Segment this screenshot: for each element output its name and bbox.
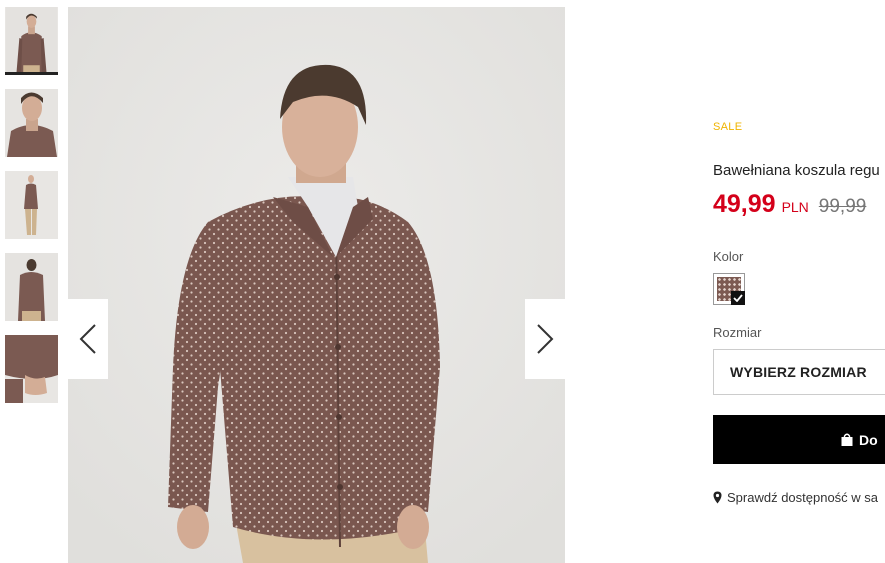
thumbnail-5[interactable] xyxy=(5,335,58,403)
product-main-image xyxy=(68,7,565,563)
chevron-left-icon xyxy=(79,324,96,354)
color-label: Kolor xyxy=(713,249,744,264)
thumbnail-image xyxy=(5,253,58,321)
price-row: 49,99 PLN 99,99 xyxy=(713,190,866,219)
thumbnail-3[interactable] xyxy=(5,171,58,239)
previous-image-button[interactable] xyxy=(68,299,108,379)
thumbnail-image xyxy=(5,89,58,157)
thumbnail-4[interactable] xyxy=(5,253,58,321)
sale-badge: SALE xyxy=(713,121,743,133)
store-availability-label: Sprawdź dostępność w sa xyxy=(727,490,879,505)
current-price: 49,99 xyxy=(713,190,776,218)
product-photo xyxy=(68,7,565,563)
add-to-cart-button[interactable]: Do xyxy=(713,415,885,464)
thumbnail-image xyxy=(5,7,58,73)
thumbnail-list xyxy=(5,7,58,417)
size-select[interactable]: WYBIERZ ROZMIAR xyxy=(713,349,885,395)
old-price: 99,99 xyxy=(818,196,867,217)
size-label: Rozmiar xyxy=(713,325,762,340)
thumbnail-2[interactable] xyxy=(5,89,58,157)
price-currency: PLN xyxy=(781,199,809,215)
size-select-placeholder: WYBIERZ ROZMIAR xyxy=(730,364,867,380)
product-info-panel: SALE Bawełniana koszula regu 49,99 PLN 99,… xyxy=(713,0,885,563)
product-title: Bawełniana koszula regu xyxy=(713,162,880,179)
thumbnail-image xyxy=(5,335,58,403)
shopping-bag-icon xyxy=(841,433,853,446)
add-to-cart-label: Do xyxy=(859,431,878,448)
checkmark-icon xyxy=(731,291,745,305)
color-swatch-selected[interactable] xyxy=(713,273,745,305)
map-pin-icon xyxy=(713,491,722,504)
check-store-availability-link[interactable]: Sprawdź dostępność w sa xyxy=(713,490,878,505)
chevron-right-icon xyxy=(537,324,554,354)
thumbnail-image xyxy=(5,171,58,239)
next-image-button[interactable] xyxy=(525,299,565,379)
thumbnail-1[interactable] xyxy=(5,7,58,75)
